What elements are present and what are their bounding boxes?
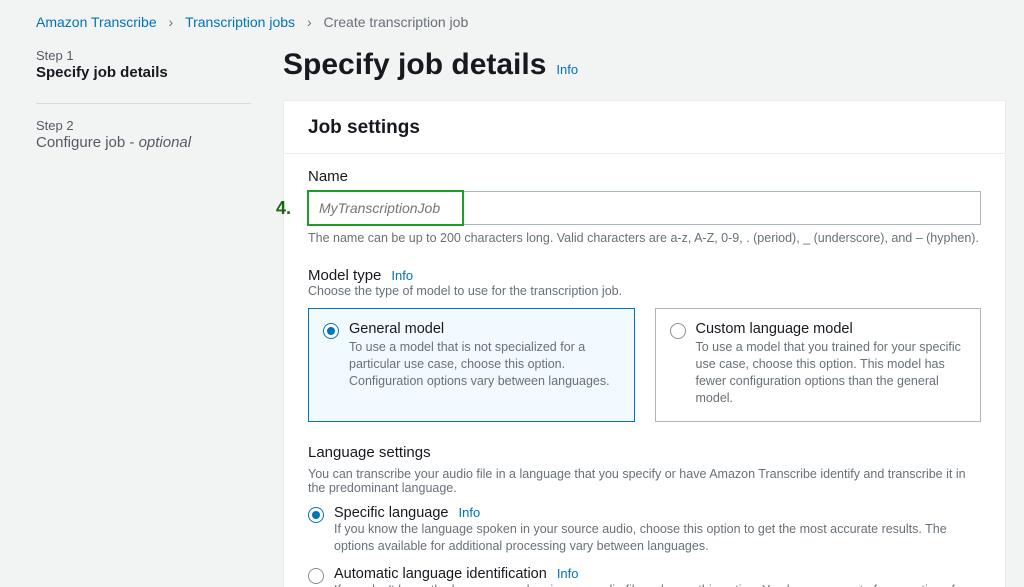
chevron-right-icon: › [161, 14, 182, 30]
model-type-desc: Choose the type of model to use for the … [308, 284, 981, 298]
option-title: Specific language [334, 505, 448, 521]
option-desc: If you know the language spoken in your … [334, 521, 981, 556]
chevron-right-icon: › [299, 14, 320, 30]
info-link[interactable]: Info [458, 505, 480, 520]
breadcrumb: Amazon Transcribe › Transcription jobs ›… [0, 0, 1024, 30]
model-type-label: Model type [308, 267, 381, 284]
language-settings-label: Language settings [308, 444, 981, 461]
wizard-steps: Step 1 Specify job details Step 2 Config… [36, 48, 251, 587]
option-desc: If you don't know the language spoken in… [334, 582, 981, 587]
radio-icon [308, 568, 324, 584]
tile-title: Custom language model [696, 321, 967, 337]
wizard-step-2[interactable]: Step 2 Configure job - optional [36, 118, 251, 163]
job-settings-panel: Job settings Name 4. The name can be up … [283, 100, 1006, 587]
lang-option-auto[interactable]: Automatic language identification Info I… [308, 566, 981, 587]
tile-desc: To use a model that you trained for your… [696, 339, 967, 407]
wizard-step-1[interactable]: Step 1 Specify job details [36, 48, 251, 93]
divider [36, 103, 251, 104]
page-title: Specify job details [283, 48, 546, 82]
model-tile-custom[interactable]: Custom language model To use a model tha… [655, 308, 982, 422]
option-title: Automatic language identification [334, 566, 547, 582]
step-number: Step 1 [36, 48, 251, 63]
breadcrumb-current: Create transcription job [324, 14, 469, 30]
model-tile-general[interactable]: General model To use a model that is not… [308, 308, 635, 422]
step-title: Configure job - optional [36, 134, 251, 151]
breadcrumb-link-service[interactable]: Amazon Transcribe [36, 14, 157, 30]
language-settings-desc: You can transcribe your audio file in a … [308, 467, 981, 495]
annotation-marker: 4. [276, 198, 291, 219]
breadcrumb-link-jobs[interactable]: Transcription jobs [185, 14, 295, 30]
info-link[interactable]: Info [391, 268, 413, 283]
name-label: Name [308, 168, 981, 185]
tile-desc: To use a model that is not specialized f… [349, 339, 620, 390]
name-help-text: The name can be up to 200 characters lon… [308, 231, 981, 245]
job-name-input[interactable] [308, 191, 981, 225]
radio-icon [670, 323, 686, 339]
lang-option-specific[interactable]: Specific language Info If you know the l… [308, 505, 981, 556]
tile-title: General model [349, 321, 620, 337]
radio-icon [308, 507, 324, 523]
step-title: Specify job details [36, 64, 251, 81]
radio-icon [323, 323, 339, 339]
info-link[interactable]: Info [556, 62, 578, 77]
step-number: Step 2 [36, 118, 251, 133]
info-link[interactable]: Info [557, 566, 579, 581]
panel-title: Job settings [308, 117, 981, 139]
